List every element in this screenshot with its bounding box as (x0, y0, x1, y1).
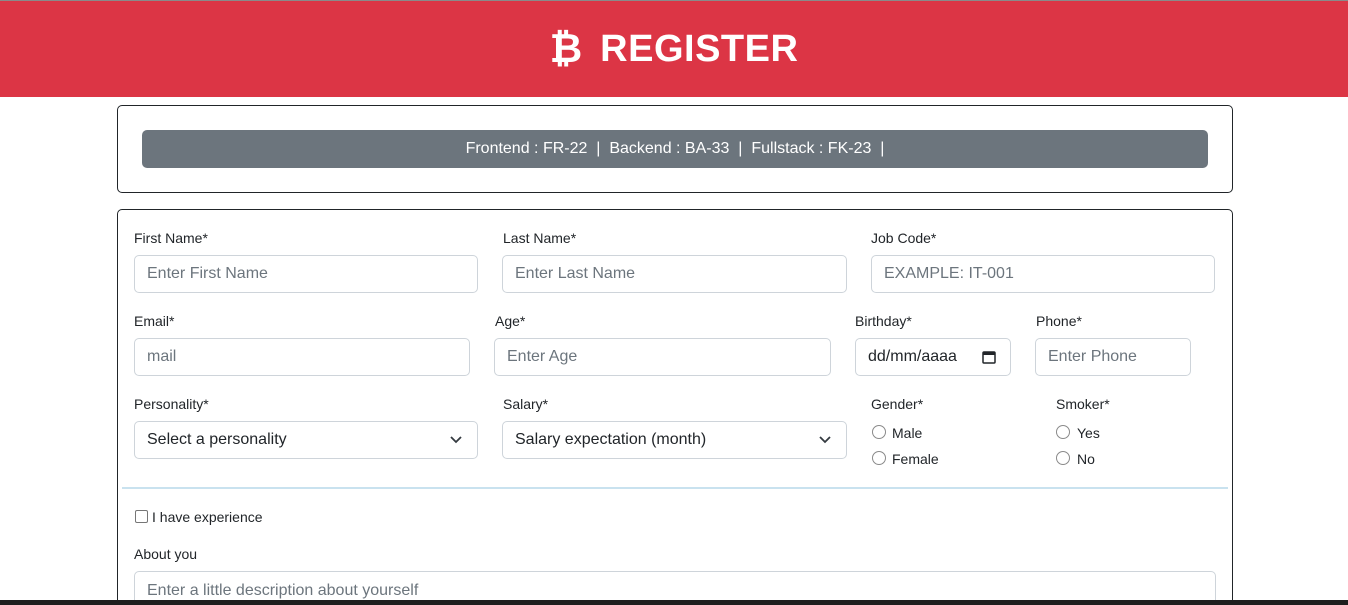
about-label: About you (134, 546, 198, 562)
bitcoin-icon: ₿ (549, 26, 583, 72)
gender-female-label[interactable]: Female (892, 451, 939, 467)
experience-checkbox[interactable] (135, 510, 148, 523)
age-label: Age* (495, 313, 526, 329)
birthday-value: dd/mm/aaaa (868, 348, 957, 365)
birthday-input[interactable]: dd/mm/aaaa (855, 338, 1011, 376)
salary-select[interactable]: Salary expectation (month) (502, 421, 847, 459)
page-title: REGISTER (600, 27, 799, 70)
first-name-label: First Name* (134, 230, 208, 246)
job-code-label: Job Code* (871, 230, 937, 246)
gender-male-label[interactable]: Male (892, 425, 922, 441)
personality-label: Personality* (134, 396, 209, 412)
last-name-label: Last Name* (503, 230, 577, 246)
personality-selected: Select a personality (147, 431, 287, 448)
register-form: First Name* Enter First Name Last Name* … (117, 209, 1233, 605)
page-header: ₿ REGISTER (0, 0, 1348, 97)
last-name-input[interactable]: Enter Last Name (502, 255, 847, 293)
personality-select[interactable]: Select a personality (134, 421, 478, 459)
email-label: Email* (134, 313, 175, 329)
smoker-yes-label[interactable]: Yes (1077, 425, 1100, 441)
phone-input[interactable]: Enter Phone (1035, 338, 1191, 376)
gender-male-radio[interactable] (872, 425, 886, 439)
salary-selected: Salary expectation (month) (515, 431, 707, 448)
window-bottom-edge (0, 600, 1348, 605)
smoker-no-label[interactable]: No (1077, 451, 1095, 467)
gender-female-radio[interactable] (872, 451, 886, 465)
chevron-down-icon (450, 436, 462, 444)
job-code-input[interactable]: EXAMPLE: IT-001 (871, 255, 1215, 293)
email-input[interactable]: mail (134, 338, 470, 376)
chevron-down-icon (819, 436, 831, 444)
job-codes-card: Frontend : FR-22 | Backend : BA-33 | Ful… (117, 105, 1233, 193)
experience-label[interactable]: I have experience (152, 509, 263, 525)
section-divider (122, 487, 1228, 489)
smoker-label: Smoker* (1056, 396, 1110, 412)
age-input[interactable]: Enter Age (494, 338, 831, 376)
birthday-label: Birthday* (855, 313, 912, 329)
salary-label: Salary* (503, 396, 549, 412)
phone-label: Phone* (1036, 313, 1082, 329)
job-codes-bar: Frontend : FR-22 | Backend : BA-33 | Ful… (142, 130, 1208, 168)
first-name-input[interactable]: Enter First Name (134, 255, 478, 293)
calendar-icon[interactable] (982, 350, 996, 364)
smoker-no-radio[interactable] (1056, 451, 1070, 465)
gender-label: Gender* (871, 396, 924, 412)
smoker-yes-radio[interactable] (1056, 425, 1070, 439)
